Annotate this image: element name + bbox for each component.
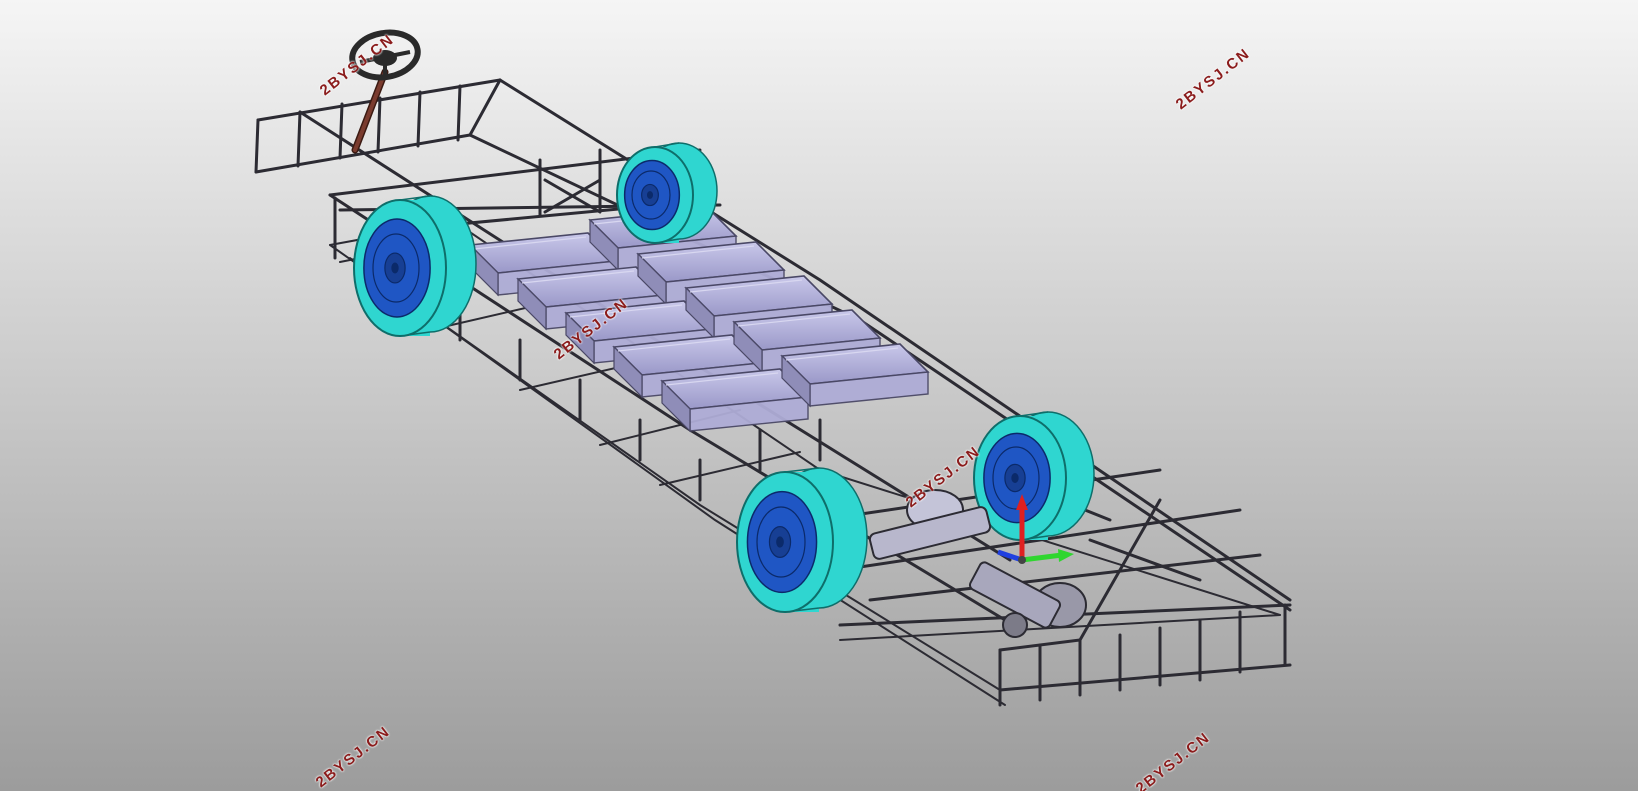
battery-pack[interactable]	[780, 343, 930, 408]
cad-model-viewport[interactable]: 2BYSJ.CN 2BYSJ.CN 2BYSJ.CN 2BYSJ.CN 2BYS…	[0, 0, 1638, 791]
rear-left-wheel[interactable]	[736, 467, 868, 613]
rear-right-wheel[interactable]	[973, 411, 1095, 541]
front-right-wheel[interactable]	[616, 142, 718, 244]
3d-scene[interactable]	[0, 0, 1638, 791]
front-left-wheel[interactable]	[353, 195, 477, 337]
